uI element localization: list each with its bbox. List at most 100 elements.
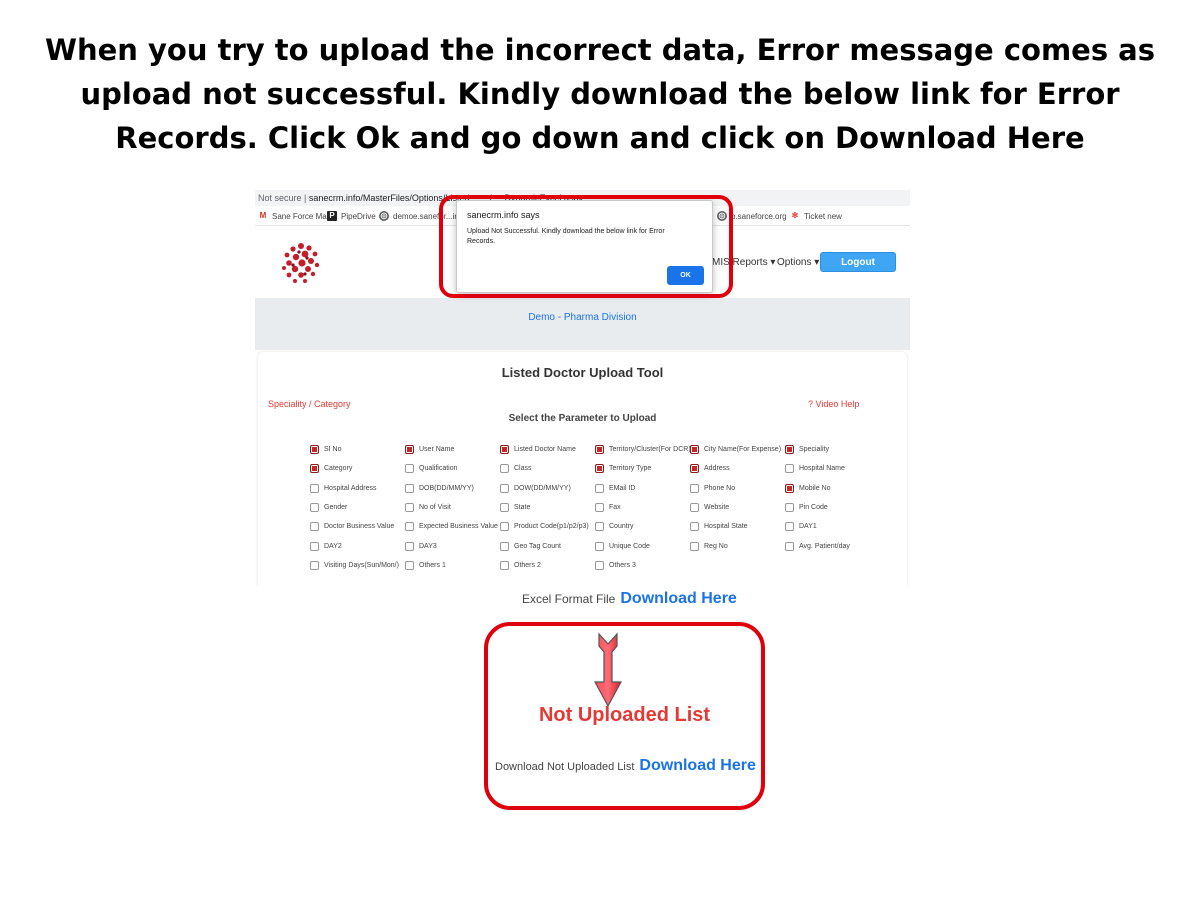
param-option[interactable]: State [500,502,530,512]
checkbox-checked[interactable] [690,464,699,474]
param-option[interactable]: Gender [310,502,347,512]
checkbox-checked[interactable] [595,464,604,474]
checkbox-unchecked[interactable] [595,541,604,551]
param-label: Others 1 [419,561,446,569]
param-option[interactable]: Website [690,502,730,512]
checkbox-unchecked[interactable] [405,541,414,551]
param-option[interactable]: Address [690,464,730,474]
param-option[interactable]: DAY1 [785,522,817,532]
speciality-category-link[interactable]: Speciality / Category [268,399,351,409]
checkbox-unchecked[interactable] [595,483,604,493]
checkbox-unchecked[interactable] [595,522,604,532]
param-option[interactable]: Pin Code [785,502,828,512]
param-label: DAY1 [799,523,817,531]
checkbox-unchecked[interactable] [405,464,414,474]
checkbox-unchecked[interactable] [785,502,794,512]
checkbox-unchecked[interactable] [785,522,794,532]
checkbox-unchecked[interactable] [500,464,509,474]
checkbox-unchecked[interactable] [690,483,699,493]
not-uploaded-download-link[interactable]: Download Here [639,757,755,775]
param-label: Doctor Business Value [324,523,395,531]
param-option[interactable]: Product Code(p1/p2/p3) [500,522,589,532]
video-help-link[interactable]: ? Video Help [808,399,859,409]
excel-download-link[interactable]: Download Here [620,590,736,608]
checkbox-unchecked[interactable] [405,522,414,532]
checkbox-unchecked[interactable] [500,483,509,493]
checkbox-unchecked[interactable] [785,464,794,474]
param-option[interactable]: Hospital Address [310,483,377,493]
pipedrive-icon: P [327,211,337,221]
logout-button[interactable]: Logout [820,252,896,272]
param-option[interactable]: Phone No [690,483,735,493]
param-option[interactable]: Territory Type [595,464,651,474]
checkbox-unchecked[interactable] [500,560,509,570]
param-option[interactable]: DAY2 [310,541,342,551]
checkbox-unchecked[interactable] [500,541,509,551]
nav-options[interactable]: Options ▾ [777,257,819,268]
checkbox-unchecked[interactable] [500,502,509,512]
param-option[interactable]: Unique Code [595,541,650,551]
checkbox-checked[interactable] [500,445,509,454]
param-option[interactable]: DOW(DD/MM/YY) [500,483,571,493]
param-option[interactable]: Hospital Name [785,464,845,474]
checkbox-unchecked[interactable] [690,541,699,551]
param-option[interactable]: Others 1 [405,560,446,570]
checkbox-unchecked[interactable] [690,502,699,512]
param-option[interactable]: Speciality [785,445,829,454]
param-option[interactable]: Others 2 [500,560,541,570]
param-option[interactable]: Expected Business Value [405,522,498,532]
checkbox-unchecked[interactable] [310,502,319,512]
checkbox-checked[interactable] [785,483,794,493]
checkbox-checked[interactable] [310,445,319,454]
param-option[interactable]: No of Visit [405,502,451,512]
checkbox-unchecked[interactable] [310,483,319,493]
bookmark-pipedrive[interactable]: P PipeDrive [327,211,376,221]
param-option[interactable]: Class [500,464,532,474]
param-label: Mobile No [799,484,831,492]
checkbox-checked[interactable] [690,445,699,454]
param-option[interactable]: DOB(DD/MM/YY) [405,483,474,493]
param-option[interactable]: Avg. Patient/day [785,541,850,551]
checkbox-checked[interactable] [405,445,414,454]
checkbox-unchecked[interactable] [310,522,319,532]
param-option[interactable]: User Name [405,445,454,454]
bookmark-label: Sane Force Mail [272,211,331,221]
param-label: Qualification [419,465,458,473]
checkbox-unchecked[interactable] [405,502,414,512]
gmail-icon: M [259,211,267,220]
param-label: Website [704,503,730,511]
param-option[interactable]: Visiting Days(Sun/Mon/) [310,560,399,570]
checkbox-checked[interactable] [785,445,794,454]
checkbox-unchecked[interactable] [405,483,414,493]
checkbox-checked[interactable] [310,464,319,474]
checkbox-unchecked[interactable] [595,502,604,512]
checkbox-unchecked[interactable] [310,560,319,570]
param-option[interactable]: EMail ID [595,483,635,493]
param-option[interactable]: Others 3 [595,560,636,570]
param-option[interactable]: DAY3 [405,541,437,551]
param-option[interactable]: Hospital State [690,522,748,532]
param-option[interactable]: City Name(For Expense) [690,445,781,454]
checkbox-unchecked[interactable] [595,560,604,570]
bookmark-gmail[interactable]: M Sane Force Mail [258,211,331,221]
checkbox-unchecked[interactable] [500,522,509,532]
param-option[interactable]: Country [595,522,634,532]
param-option[interactable]: Qualification [405,464,458,474]
param-option[interactable]: Territory/Cluster(For DCR) [595,445,691,454]
param-option[interactable]: SI No [310,445,342,454]
param-option[interactable]: Fax [595,502,621,512]
param-option[interactable]: Reg No [690,541,728,551]
checkbox-unchecked[interactable] [690,522,699,532]
bookmark-ticket-new[interactable]: ✻ Ticket new [790,211,842,221]
param-option[interactable]: Doctor Business Value [310,522,395,532]
param-option[interactable]: Category [310,464,352,474]
param-option[interactable]: Mobile No [785,483,831,493]
checkbox-unchecked[interactable] [405,560,414,570]
checkbox-unchecked[interactable] [785,541,794,551]
param-option[interactable]: Geo Tag Count [500,541,561,551]
bookmark-label: b.saneforce.org [731,211,787,221]
param-option[interactable]: Listed Doctor Name [500,445,576,454]
checkbox-unchecked[interactable] [310,541,319,551]
checkbox-checked[interactable] [595,445,604,454]
param-label: SI No [324,446,342,453]
